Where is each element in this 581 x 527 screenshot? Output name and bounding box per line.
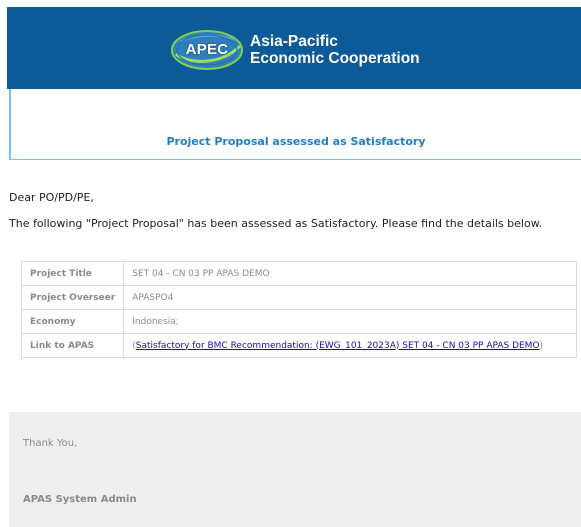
apas-link[interactable]: Satisfactory for BMC Recommendation: (EW… [136, 341, 540, 351]
email-message: APEC Asia-Pacific Economic Cooperation P… [7, 7, 581, 527]
table-row: Project Overseer APASPO4 [20, 285, 577, 310]
row-value: Indonesia; [123, 309, 577, 334]
close-paren: ) [539, 340, 544, 351]
greeting: Dear PO/PD/PE, [9, 191, 94, 204]
row-value: (Satisfactory for BMC Recommendation: (E… [123, 333, 577, 358]
table-row: Economy Indonesia; [20, 309, 577, 334]
email-title: Project Proposal assessed as Satisfactor… [166, 135, 426, 148]
apec-banner: APEC Asia-Pacific Economic Cooperation [7, 7, 581, 89]
row-value: APASPO4 [123, 285, 577, 310]
table-row: Project Title SET 04 - CN 03 PP APAS DEM… [20, 261, 577, 286]
row-label: Project Overseer [20, 285, 125, 310]
email-footer: Thank You, APAS System Admin [9, 412, 581, 527]
details-table: Project Title SET 04 - CN 03 PP APAS DEM… [20, 261, 577, 358]
apec-globe-icon: APEC [170, 30, 244, 70]
org-name-line1: Asia-Pacific [250, 33, 338, 50]
intro-text: The following "Project Proposal" has bee… [9, 217, 543, 230]
org-name-line2: Economic Cooperation [250, 50, 420, 67]
row-value: SET 04 - CN 03 PP APAS DEMO [123, 261, 577, 286]
row-label: Project Title [20, 261, 125, 286]
row-label: Economy [20, 309, 125, 334]
email-body: Dear PO/PD/PE, The following "Project Pr… [9, 160, 581, 410]
table-row: Link to APAS (Satisfactory for BMC Recom… [20, 333, 577, 358]
org-name: Asia-Pacific Economic Cooperation [250, 33, 420, 67]
signature: APAS System Admin [23, 494, 137, 505]
apec-logo: APEC Asia-Pacific Economic Cooperation [170, 30, 420, 70]
row-label: Link to APAS [20, 333, 125, 358]
title-section: Project Proposal assessed as Satisfactor… [9, 89, 581, 160]
thanks-text: Thank You, [23, 438, 78, 449]
